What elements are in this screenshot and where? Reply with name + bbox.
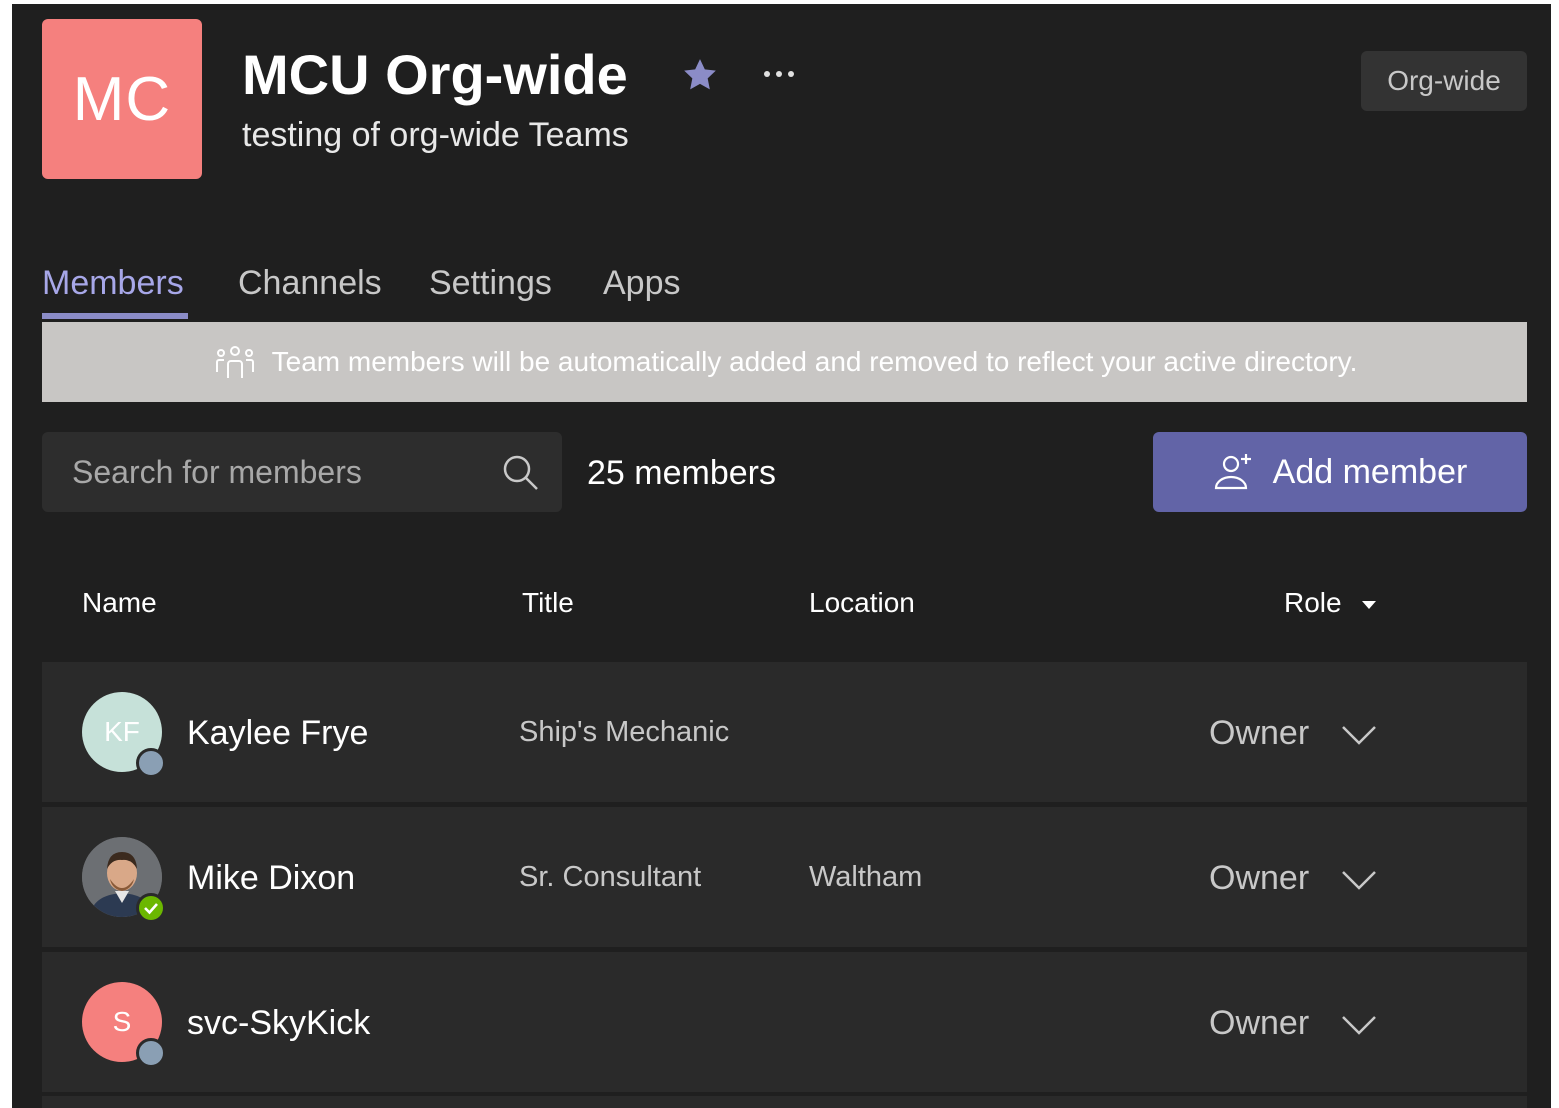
people-group-icon: [215, 346, 254, 378]
add-member-button[interactable]: Add member: [1153, 432, 1527, 512]
tab-settings[interactable]: Settings: [429, 264, 552, 303]
active-tab-indicator: [42, 313, 188, 319]
role-value: Owner: [1209, 714, 1310, 752]
member-name: svc-SkyKick: [187, 1004, 371, 1042]
role-value: Owner: [1209, 1004, 1310, 1042]
column-header-name[interactable]: Name: [82, 587, 157, 619]
add-member-label: Add member: [1272, 452, 1468, 491]
member-count: 25 members: [587, 454, 776, 492]
team-name: MCU Org-wide: [242, 43, 628, 106]
banner-text: Team members will be automatically added…: [271, 346, 1358, 377]
presence-available-icon: [136, 893, 166, 923]
column-header-title[interactable]: Title: [522, 587, 574, 619]
member-location: Waltham: [809, 861, 923, 893]
add-user-icon: [1214, 454, 1251, 490]
tab-channels[interactable]: Channels: [238, 264, 382, 303]
chevron-down-icon: [1341, 726, 1376, 745]
tab-members[interactable]: Members: [42, 264, 188, 319]
column-header-role[interactable]: Role: [1284, 587, 1377, 619]
column-header-location[interactable]: Location: [809, 587, 915, 619]
member-row[interactable]: KF Kaylee Frye Ship's Mechanic Owner: [42, 662, 1527, 802]
chevron-down-icon: [1341, 871, 1376, 890]
member-row-partial: [42, 1096, 1527, 1108]
team-avatar: MC: [42, 19, 202, 179]
member-row[interactable]: S svc-SkyKick Owner: [42, 952, 1527, 1092]
member-name: Mike Dixon: [187, 859, 356, 897]
member-row[interactable]: Mike Dixon Sr. Consultant Waltham Owner: [42, 807, 1527, 947]
presence-offline-icon: [136, 1038, 166, 1068]
member-search-box: [42, 432, 562, 512]
team-initials: MC: [72, 64, 172, 134]
avatar-initials: KF: [104, 716, 140, 747]
search-icon[interactable]: [500, 452, 540, 492]
member-title: Ship's Mechanic: [519, 716, 730, 748]
team-manage-panel: MC MCU Org-wide testing of org-wide Team…: [12, 4, 1551, 1108]
tab-apps[interactable]: Apps: [603, 264, 681, 303]
sort-caret-down-icon: [1362, 600, 1377, 609]
star-icon[interactable]: [680, 55, 720, 95]
role-dropdown[interactable]: Owner: [1209, 1004, 1377, 1043]
presence-offline-icon: [136, 748, 166, 778]
team-description: testing of org-wide Teams: [242, 116, 629, 154]
avatar-initials: S: [112, 1006, 132, 1037]
org-wide-badge: Org-wide: [1361, 51, 1527, 111]
role-value: Owner: [1209, 859, 1310, 897]
role-dropdown[interactable]: Owner: [1209, 714, 1377, 753]
checkmark-icon: [144, 903, 158, 915]
chevron-down-icon: [1341, 1016, 1376, 1035]
member-title: Sr. Consultant: [519, 861, 702, 893]
directory-sync-banner: Team members will be automatically added…: [42, 322, 1527, 402]
member-name: Kaylee Frye: [187, 714, 369, 752]
search-input[interactable]: [42, 432, 482, 512]
role-dropdown[interactable]: Owner: [1209, 859, 1377, 898]
more-options-icon[interactable]: [757, 64, 801, 84]
role-header-label: Role: [1284, 587, 1342, 618]
tab-label: Members: [42, 264, 184, 302]
